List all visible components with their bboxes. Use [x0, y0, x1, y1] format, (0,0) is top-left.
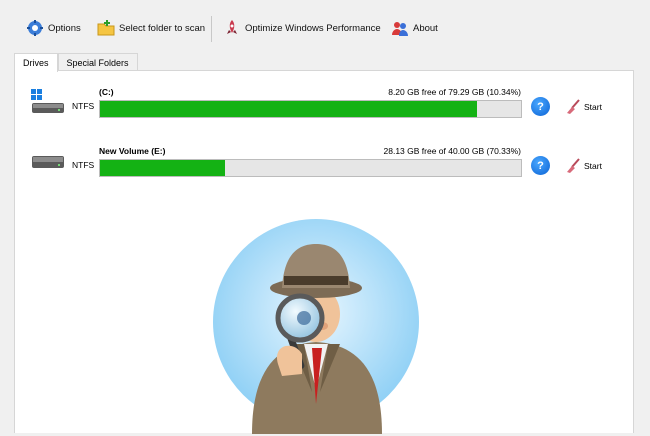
drive-name: New Volume (E:) — [99, 146, 166, 156]
rocket-icon — [223, 19, 241, 37]
tab-special-folders[interactable]: Special Folders — [57, 53, 138, 71]
drive-free-space: 8.20 GB free of 79.29 GB (10.34%) — [388, 87, 521, 97]
start-button[interactable]: Start — [565, 156, 602, 175]
tab-strip: Drives Special Folders — [14, 53, 138, 72]
toolbar: Options Select folder to scan Optimize W… — [0, 0, 650, 52]
options-label: Options — [48, 22, 81, 34]
drive-row-e: NTFS New Volume (E:) 28.13 GB free of 40… — [31, 146, 621, 186]
drive-filesystem: NTFS — [72, 101, 95, 111]
drive-usage-bar — [99, 100, 522, 118]
broom-icon — [565, 157, 581, 174]
broom-icon — [565, 98, 581, 115]
optimize-button[interactable]: Optimize Windows Performance — [223, 18, 381, 38]
toolbar-separator — [211, 16, 212, 42]
options-button[interactable]: Options — [26, 18, 81, 38]
drive-free-space: 28.13 GB free of 40.00 GB (70.33%) — [383, 146, 522, 156]
about-label: About — [413, 22, 438, 34]
about-button[interactable]: About — [391, 18, 438, 38]
windows-drive-icon — [31, 89, 65, 115]
about-icon — [391, 19, 409, 37]
drive-icon — [31, 148, 65, 174]
folder-icon — [97, 19, 115, 37]
start-label: Start — [584, 101, 602, 112]
detective-illustration — [212, 214, 422, 434]
help-icon[interactable]: ? — [531, 156, 550, 175]
options-icon — [26, 19, 44, 37]
drive-filesystem: NTFS — [72, 160, 95, 170]
start-button[interactable]: Start — [565, 97, 602, 116]
drive-row-c: NTFS (C:) 8.20 GB free of 79.29 GB (10.3… — [31, 87, 621, 127]
optimize-label: Optimize Windows Performance — [245, 22, 381, 34]
tab-drives[interactable]: Drives — [14, 53, 58, 72]
drive-usage-fill — [100, 160, 225, 176]
drive-usage-bar — [99, 159, 522, 177]
drives-panel: NTFS (C:) 8.20 GB free of 79.29 GB (10.3… — [14, 70, 634, 434]
drive-usage-fill — [100, 101, 478, 117]
drive-name: (C:) — [99, 87, 114, 97]
select-folder-label: Select folder to scan — [119, 22, 206, 34]
select-folder-button[interactable]: Select folder to scan — [97, 18, 205, 38]
help-icon[interactable]: ? — [531, 97, 550, 116]
start-label: Start — [584, 160, 602, 171]
